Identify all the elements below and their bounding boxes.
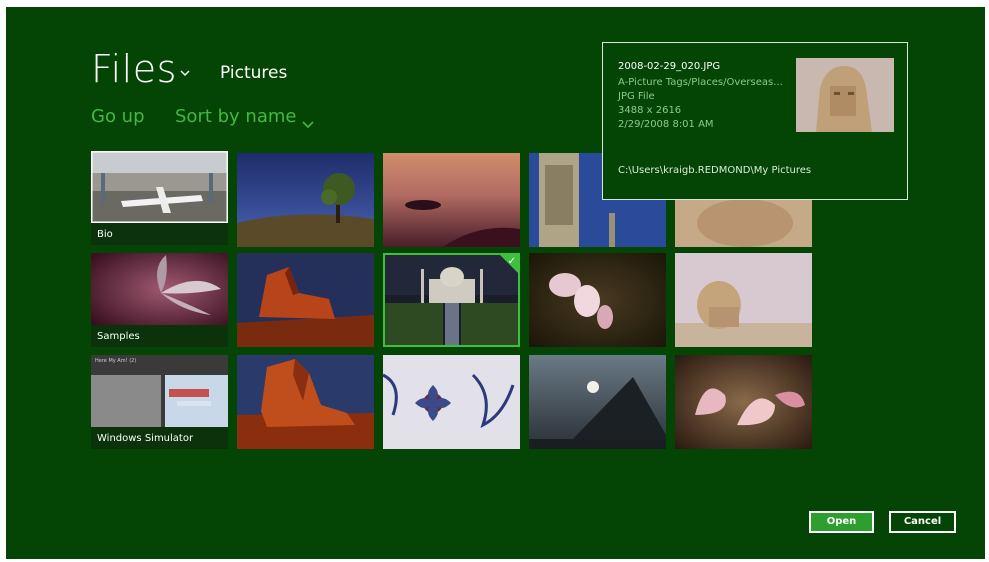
photo-thumbnail	[237, 355, 374, 449]
chevron-down-icon[interactable]	[301, 115, 315, 134]
photo-thumbnail	[675, 253, 812, 347]
file-dimensions: 3488 x 2616	[618, 105, 682, 116]
photo-thumbnail	[383, 355, 520, 449]
photo-tile[interactable]	[383, 153, 520, 247]
photo-tile[interactable]	[675, 253, 812, 347]
folder-preview-image	[91, 253, 228, 325]
photo-thumbnail	[529, 253, 666, 347]
photo-tile-selected[interactable]: ✓	[383, 253, 520, 347]
photo-tile[interactable]	[237, 253, 374, 347]
photo-thumbnail	[237, 153, 374, 247]
file-preview-image	[796, 58, 894, 132]
file-tags: A-Picture Tags/Places/Overseas...	[618, 77, 783, 88]
folder-tile[interactable]: Here My Am! (2) Windows Simulator	[91, 355, 228, 449]
file-info-panel: 2008-02-29_020.JPG A-Picture Tags/Places…	[602, 42, 908, 200]
photo-tile[interactable]	[529, 355, 666, 449]
folder-label: Samples	[97, 331, 140, 342]
file-date: 2/29/2008 8:01 AM	[618, 119, 714, 130]
location-label[interactable]: Pictures	[220, 63, 287, 83]
checkmark-icon: ✓	[507, 256, 516, 267]
photo-tile[interactable]	[675, 355, 812, 449]
photo-tile[interactable]	[529, 253, 666, 347]
chevron-down-icon[interactable]	[179, 63, 191, 82]
photo-tile[interactable]	[383, 355, 520, 449]
go-up-button[interactable]: Go up	[91, 106, 145, 127]
folder-preview-text: Here My Am! (2)	[95, 358, 137, 364]
folder-tile[interactable]: Samples	[91, 253, 228, 347]
photo-thumbnail	[383, 153, 520, 247]
file-name: 2008-02-29_020.JPG	[618, 61, 721, 72]
file-path: C:\Users\kraigb.REDMOND\My Pictures	[618, 165, 812, 176]
folder-preview-image	[91, 151, 228, 223]
file-picker: Files Pictures Go up Sort by name Bio Sa…	[6, 7, 985, 559]
cancel-button[interactable]: Cancel	[889, 511, 956, 533]
folder-tile[interactable]: Bio	[91, 151, 228, 245]
photo-thumbnail	[529, 355, 666, 449]
open-button[interactable]: Open	[809, 511, 874, 533]
folder-label: Bio	[97, 229, 113, 240]
page-title: Files	[91, 47, 177, 91]
folder-preview-image	[91, 355, 228, 427]
photo-thumbnail	[675, 355, 812, 449]
photo-tile[interactable]	[237, 153, 374, 247]
folder-label: Windows Simulator	[97, 433, 194, 444]
file-type: JPG File	[618, 91, 655, 102]
photo-thumbnail	[237, 253, 374, 347]
sort-by-button[interactable]: Sort by name	[175, 106, 296, 127]
photo-tile[interactable]	[237, 355, 374, 449]
